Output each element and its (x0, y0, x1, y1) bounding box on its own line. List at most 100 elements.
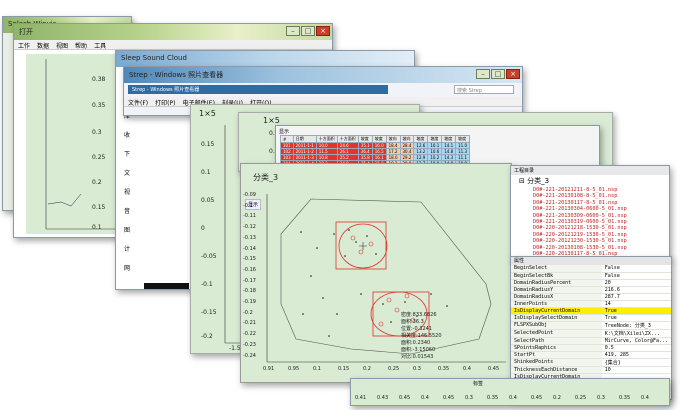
close-button[interactable]: × (316, 26, 330, 36)
col-header: 日期 (292, 135, 317, 143)
property-value[interactable]: True (601, 307, 671, 315)
property-row[interactable]: IsDisplaySelectDomain True (511, 314, 671, 322)
nav-item[interactable]: 计 (124, 244, 130, 253)
property-name: DomainRadiusPercent (511, 279, 602, 287)
nav-item[interactable]: 网 (124, 263, 130, 272)
menu-item[interactable]: 工作 (18, 41, 30, 50)
property-name: ShinkedPoints (511, 358, 602, 367)
tooltip-line: 面积:0.2340 (401, 340, 431, 346)
search-input[interactable]: 搜索 Strep (454, 85, 514, 94)
property-name: ThicknessEachDistance (511, 366, 602, 374)
y-tick: 0.3 (92, 129, 102, 136)
property-row[interactable]: IsDisplayCurrentDomain True (511, 307, 671, 315)
property-value[interactable]: False (601, 272, 671, 280)
menu-item[interactable]: 视图 (56, 41, 68, 50)
x-tick: 0.45 (531, 395, 543, 401)
property-row[interactable]: ShinkedPoints {集合} (511, 358, 671, 367)
property-value[interactable]: K:\文档\Xilei\ZX... (601, 329, 671, 338)
thumbnail (144, 283, 189, 289)
menu-item[interactable]: 帮助 (75, 41, 87, 50)
property-name: BeginSelect (511, 265, 602, 273)
search-placeholder: 搜索 Strep (457, 88, 482, 94)
x-tick: 0.3 (597, 395, 605, 401)
nav-item[interactable]: 图 (124, 225, 130, 234)
y-tick: 0.15 (92, 204, 106, 211)
property-value[interactable]: False (601, 265, 671, 273)
property-row[interactable]: SelectPath MirCurve, Color@Fa... (511, 337, 671, 345)
table-cell: 18.0 (385, 154, 401, 161)
property-value[interactable]: {集合} (601, 358, 671, 367)
property-value[interactable]: 10 (601, 366, 671, 374)
maximize-button[interactable]: □ (491, 69, 505, 79)
property-row[interactable]: InnerPoints 14 (511, 300, 671, 308)
nav-item[interactable]: 收 (124, 130, 130, 139)
property-row[interactable]: FLSPXSubObj TreeNode: 分类_3 (511, 321, 671, 330)
table-cell: 17.2 (385, 148, 401, 155)
col-header[interactable]: 坡度 (413, 135, 429, 143)
property-value[interactable]: TreeNode: 分类_3 (601, 321, 671, 330)
property-value[interactable]: MirCurve, Color@Fa... (601, 337, 671, 345)
minimize-button[interactable]: – (476, 69, 490, 79)
property-value[interactable]: 20 (601, 279, 671, 287)
property-value[interactable]: 216.6 (601, 286, 671, 294)
x-tick: 0.4 (421, 395, 429, 401)
table-cell: 18.4 (385, 142, 401, 149)
close-button[interactable]: × (506, 69, 520, 79)
property-row[interactable]: DomainRadiusY 216.6 (511, 286, 671, 294)
scatter-plot[interactable] (241, 164, 512, 383)
window-title-bar[interactable]: Strep - Windows 照片查看器 – □ × (124, 67, 522, 83)
nav-item[interactable]: 下 (124, 149, 130, 158)
col-header[interactable]: 十方面积 (315, 135, 338, 143)
tooltip-line: 面积:-3.15060 (401, 347, 436, 353)
maximize-button[interactable]: □ (301, 26, 315, 36)
col-header[interactable]: 坡度 (455, 135, 471, 143)
property-name: SelectedPoint (511, 329, 602, 338)
window-title-bar[interactable]: 打开 – □ × (14, 24, 332, 40)
property-value[interactable]: 14 (601, 300, 671, 308)
table-header-row: # 日期 十方面积 十方面积 坡度 坡度 坡向 坡向 坡度 坡度 坡度 坡度 (280, 135, 471, 143)
x-tick: 0.43 (377, 395, 389, 401)
property-name: IsDisplaySelectDomain (511, 314, 602, 322)
nav-item[interactable]: 文 (124, 168, 130, 177)
address-bar[interactable]: Strep - Windows 照片查看器 (128, 85, 388, 94)
property-row[interactable]: DomainRadiusX 287.7 (511, 293, 671, 301)
property-row[interactable]: ThicknessEachDistance 10 (511, 366, 671, 374)
col-header[interactable]: 坡度 (427, 135, 443, 143)
nav-item[interactable]: 视 (124, 187, 130, 196)
menu-item[interactable]: 数据 (37, 41, 49, 50)
data-point (336, 313, 338, 315)
property-value[interactable]: 0.5 (601, 344, 671, 352)
minimize-button[interactable]: – (286, 26, 300, 36)
property-row[interactable]: SPointsRaphics 0.5 (511, 344, 671, 352)
property-row[interactable]: BeginSelectBk False (511, 272, 671, 280)
panel-title: 1×5 (263, 116, 280, 125)
property-name: SelectPath (511, 337, 602, 345)
menu-print[interactable]: 打印(P) (155, 98, 175, 107)
property-row[interactable]: StartPt 419, 285 (511, 351, 671, 359)
menu-item[interactable]: 工具 (94, 41, 106, 50)
property-row[interactable]: SelectedPoint K:\文档\Xilei\ZX... (511, 329, 671, 338)
col-header[interactable]: 坡向 (399, 135, 415, 143)
crosshair-icon (359, 242, 367, 250)
window-title-bar[interactable]: Sleep Sound Cloud (116, 51, 414, 67)
data-point (300, 231, 302, 233)
data-point (316, 247, 318, 249)
property-row[interactable]: BeginSelect False (511, 265, 671, 273)
data-point (404, 301, 406, 303)
property-value[interactable]: True (601, 314, 671, 322)
col-header[interactable]: 坡度 (441, 135, 457, 143)
col-header[interactable]: 十方面积 (336, 135, 359, 143)
window-title: Sleep Sound Cloud (121, 54, 187, 62)
col-header[interactable]: 坡度 (371, 135, 387, 143)
selected-point (386, 297, 392, 303)
property-value[interactable]: 419, 285 (601, 351, 671, 359)
collapse-icon[interactable]: ⊟ (519, 177, 525, 185)
property-row[interactable]: DomainRadiusPercent 20 (511, 279, 671, 287)
tree-root[interactable]: ⊟ 分类_3 (511, 175, 669, 187)
data-point (333, 233, 335, 235)
nav-item[interactable]: 音 (124, 206, 130, 215)
col-header[interactable]: 坡度 (357, 135, 373, 143)
col-header[interactable]: 坡向 (385, 135, 401, 143)
menu-file[interactable]: 文件(F) (128, 98, 148, 107)
property-value[interactable]: 287.7 (601, 293, 671, 301)
